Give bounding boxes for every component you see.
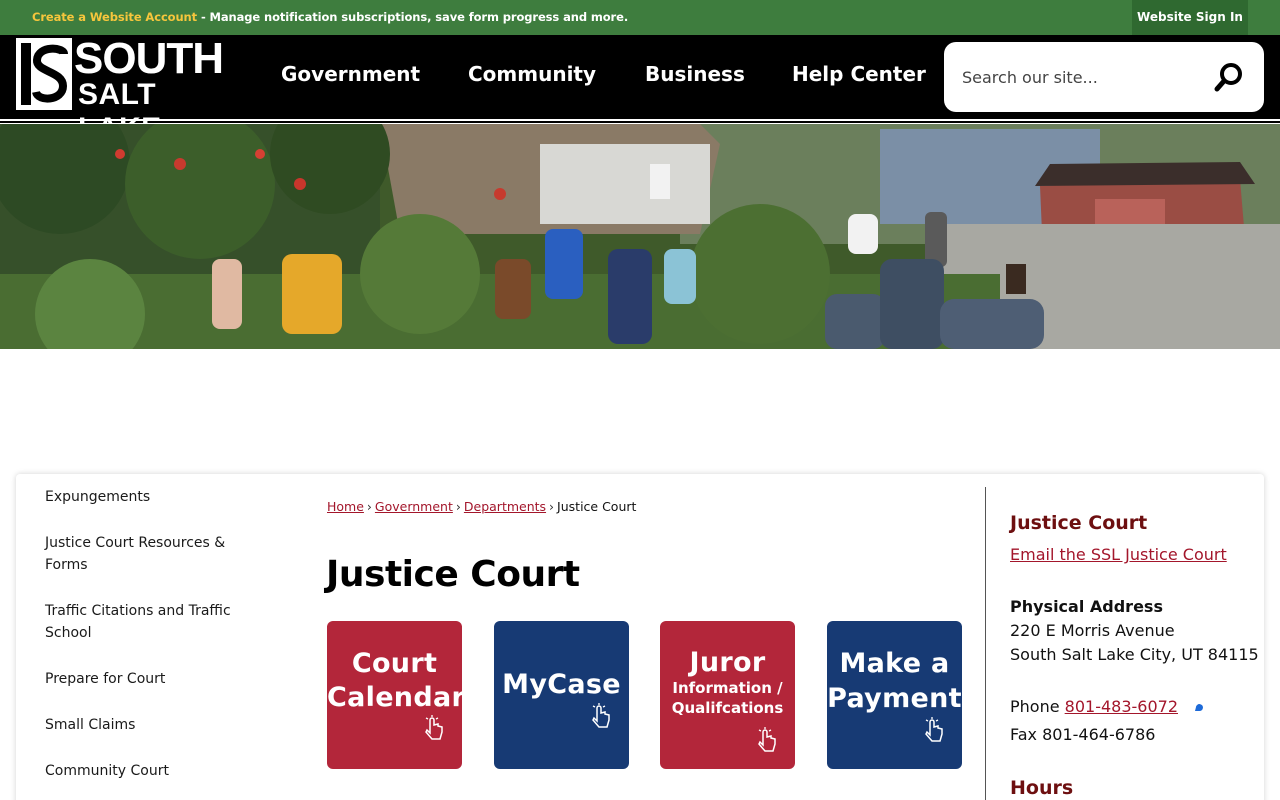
sidebar-item-expungements[interactable]: Expungements xyxy=(45,486,245,508)
court-calendar-button[interactable]: Court Calendar xyxy=(327,621,466,769)
search-input[interactable] xyxy=(962,64,1202,90)
mycase-button[interactable]: MyCase xyxy=(494,621,629,769)
account-banner: Create a Website Account - Manage notifi… xyxy=(0,0,1280,35)
address-line2: South Salt Lake City, UT 84115 xyxy=(1010,645,1259,664)
breadcrumb-separator: › xyxy=(455,499,461,514)
hero-garden-photo xyxy=(0,124,1280,349)
sidebar-item-prepare-for-court[interactable]: Prepare for Court xyxy=(45,668,245,690)
nav-government[interactable]: Government xyxy=(281,62,420,86)
tile-label-line1: Court xyxy=(351,648,438,679)
tile-label-line1: MyCase xyxy=(502,669,621,700)
tile-label-line1: Make a xyxy=(839,648,950,679)
page-title: Justice Court xyxy=(326,554,580,595)
sidebar-item-resources-forms[interactable]: Justice Court Resources & Forms xyxy=(45,532,245,576)
breadcrumb-separator: › xyxy=(366,499,372,514)
breadcrumb-current: Justice Court xyxy=(557,499,637,514)
breadcrumb: Home › Government › Departments › Justice Cour… xyxy=(327,499,636,514)
create-account-link[interactable]: Create a Website Account xyxy=(32,10,197,24)
tile-label-line2: Information / xyxy=(672,679,783,697)
nav-business[interactable]: Business xyxy=(645,62,745,86)
phone-label: Phone xyxy=(1010,697,1065,716)
juror-information-button[interactable]: Juror Information / Qualifcations xyxy=(660,621,795,769)
pointer-hand-icon xyxy=(425,715,443,740)
phone-row: Phone 801-483-6072 xyxy=(1010,697,1178,716)
phone-link[interactable]: 801-483-6072 xyxy=(1065,697,1178,716)
sidebar-item-traffic-citations[interactable]: Traffic Citations and Traffic School xyxy=(45,600,245,644)
breadcrumb-government[interactable]: Government xyxy=(375,499,453,514)
breadcrumb-home[interactable]: Home xyxy=(327,499,364,514)
account-message-text: - Manage notification subscriptions, sav… xyxy=(197,10,629,24)
tile-label-line1: Juror xyxy=(689,647,766,678)
logo-text-south: SOUTH xyxy=(74,34,224,83)
account-message: Create a Website Account - Manage notifi… xyxy=(32,10,628,24)
rail-heading: Justice Court xyxy=(1010,512,1148,534)
email-court-link[interactable]: Email the SSL Justice Court xyxy=(1010,545,1227,564)
tile-label-line3: Qualifcations xyxy=(671,699,784,717)
pointer-hand-icon xyxy=(758,727,776,752)
fax-line: Fax 801-464-6786 xyxy=(1010,725,1156,744)
address-label: Physical Address xyxy=(1010,597,1163,616)
content-divider xyxy=(985,487,986,800)
tile-label-line2: Payment xyxy=(827,683,962,714)
make-a-payment-button[interactable]: Make a Payment xyxy=(827,621,962,769)
logo-mark-icon xyxy=(16,38,72,110)
chat-bubble-icon[interactable] xyxy=(1194,703,1203,712)
search-icon[interactable] xyxy=(1212,60,1246,94)
tile-label-line2: Calendar xyxy=(327,682,466,713)
breadcrumb-departments[interactable]: Departments xyxy=(464,499,546,514)
address-line1: 220 E Morris Avenue xyxy=(1010,621,1175,640)
pointer-hand-icon xyxy=(925,717,943,742)
pointer-hand-icon xyxy=(592,703,610,728)
nav-help-center[interactable]: Help Center xyxy=(792,62,926,86)
site-search xyxy=(944,42,1264,112)
website-sign-in-button[interactable]: Website Sign In xyxy=(1132,0,1248,35)
hours-heading: Hours xyxy=(1010,777,1074,799)
sidebar-item-small-claims[interactable]: Small Claims xyxy=(45,714,245,736)
nav-community[interactable]: Community xyxy=(468,62,596,86)
site-logo[interactable]: SOUTH SALT LAKE xyxy=(16,34,242,145)
sidebar-item-community-court[interactable]: Community Court xyxy=(45,760,245,782)
breadcrumb-separator: › xyxy=(549,499,555,514)
